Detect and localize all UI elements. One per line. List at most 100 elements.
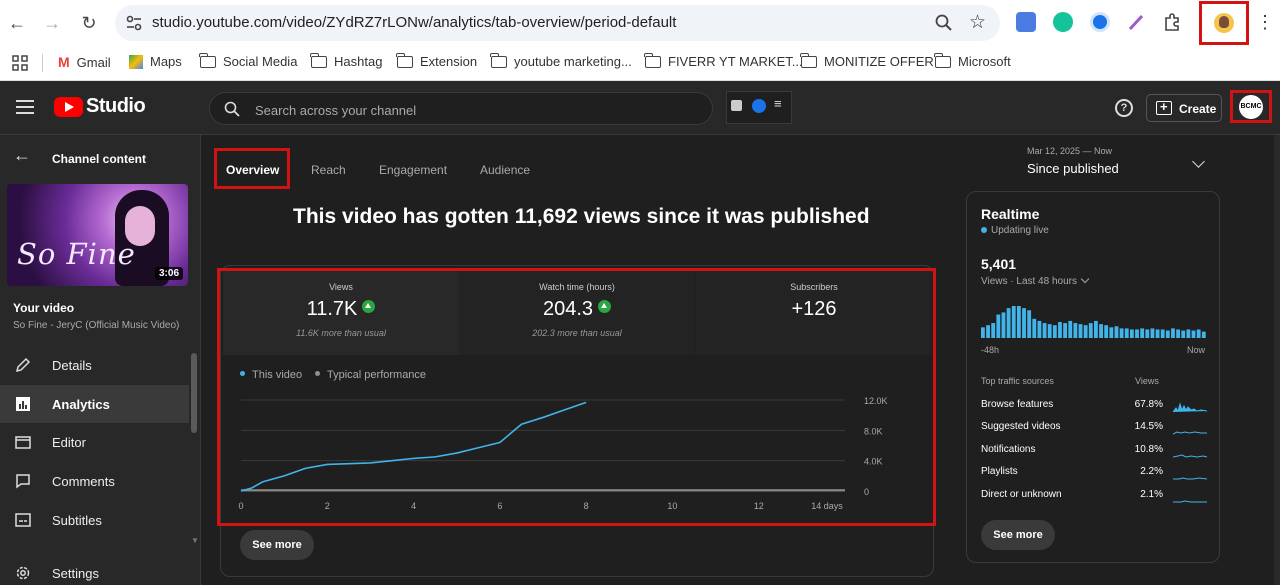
axis-start-label: -48h	[981, 345, 1000, 355]
bookmark-extension[interactable]: Extension	[396, 52, 477, 69]
back-label: Channel content	[52, 152, 147, 166]
analytics-mini-icon[interactable]	[731, 100, 742, 111]
create-button[interactable]: Create	[1146, 94, 1222, 122]
traffic-source-row[interactable]: Direct or unknown 2.1%	[981, 486, 1207, 506]
traffic-source-row[interactable]: Browse features 67.8%	[981, 396, 1207, 416]
video-title: So Fine - JeryC (Official Music Video)	[13, 320, 180, 331]
channel-search[interactable]	[209, 92, 713, 125]
analytics-icon	[16, 397, 30, 411]
views-column-header: Views	[1135, 376, 1159, 386]
search-input[interactable]	[255, 100, 655, 120]
list-icon[interactable]: ≡	[774, 96, 782, 111]
source-pct: 67.8%	[1134, 399, 1163, 410]
realtime-bar	[1140, 328, 1145, 338]
comment-icon	[16, 474, 30, 489]
live-label: Updating live	[991, 225, 1049, 236]
scroll-down-arrow-icon[interactable]: ▼	[191, 536, 199, 545]
clapper-icon	[15, 436, 31, 449]
bookmark-star-icon[interactable]: ☆	[969, 11, 986, 34]
realtime-bar	[1011, 306, 1016, 338]
channel-avatar-button[interactable]: BCMC	[1230, 90, 1272, 123]
video-thumbnail[interactable]: So Fine 3:06	[7, 184, 188, 286]
sparkline	[1173, 477, 1207, 480]
realtime-see-more-button[interactable]: See more	[981, 520, 1055, 550]
realtime-bar	[1135, 329, 1139, 338]
url-text[interactable]: studio.youtube.com/video/ZYdRZ7rLONw/ana…	[152, 14, 676, 31]
realtime-period-selector[interactable]: Views · Last 48 hours	[981, 274, 1090, 287]
tab-audience[interactable]: Audience	[480, 163, 530, 177]
bookmark-label: Hashtag	[334, 54, 383, 69]
sidebar-item-subtitles[interactable]: Subtitles	[0, 501, 189, 539]
tab-engagement[interactable]: Engagement	[379, 163, 447, 177]
source-name: Notifications	[981, 444, 1036, 455]
realtime-bar	[1145, 329, 1150, 338]
sidebar-item-details[interactable]: Details	[0, 346, 189, 384]
zoom-icon[interactable]	[934, 13, 954, 33]
traffic-source-row[interactable]: Suggested videos 14.5%	[981, 418, 1207, 438]
vidiq-icon[interactable]	[752, 99, 766, 113]
bookmark-fiverr[interactable]: FIVERR YT MARKET...	[644, 52, 803, 69]
bookmark-label: FIVERR YT MARKET...	[668, 54, 803, 69]
realtime-bar	[1027, 310, 1032, 338]
folder-icon	[396, 52, 413, 68]
studio-brand[interactable]: Studio	[86, 95, 146, 118]
back-arrow-icon[interactable]: ←	[5, 11, 29, 35]
folder-icon	[800, 52, 817, 68]
live-status: Updating live	[981, 225, 1049, 236]
browser-menu-icon[interactable]: ⋮	[1256, 12, 1274, 33]
vidiq-extension-icon[interactable]	[1090, 12, 1110, 32]
chevron-down-icon[interactable]	[1192, 155, 1205, 168]
thumbnail-title-text: So Fine	[17, 237, 136, 271]
traffic-source-row[interactable]: Notifications 10.8%	[981, 441, 1207, 461]
apps-grid-icon[interactable]	[12, 55, 28, 71]
sidebar-scrollbar[interactable]	[191, 353, 197, 433]
search-icon	[224, 101, 240, 117]
realtime-bar	[1088, 323, 1093, 338]
date-range[interactable]: Mar 12, 2025 — Now	[1027, 146, 1112, 156]
realtime-bar	[1104, 325, 1109, 338]
bookmark-microsoft[interactable]: Microsoft	[934, 52, 1011, 69]
bookmark-youtube-marketing[interactable]: youtube marketing...	[490, 52, 632, 69]
bookmark-monitize-offer[interactable]: MONITIZE OFFER	[800, 52, 934, 69]
browser-profile-button[interactable]	[1199, 1, 1249, 45]
help-icon[interactable]: ?	[1115, 99, 1133, 117]
folder-icon	[644, 52, 661, 68]
source-name: Playlists	[981, 466, 1018, 477]
address-bar[interactable]: studio.youtube.com/video/ZYdRZ7rLONw/ana…	[115, 5, 1000, 41]
see-more-button[interactable]: See more	[240, 530, 314, 560]
realtime-bar	[1124, 328, 1129, 338]
realtime-bar-chart[interactable]	[981, 302, 1207, 338]
realtime-bar	[1160, 329, 1165, 338]
source-pct: 2.2%	[1140, 466, 1163, 477]
youtube-logo-icon[interactable]	[54, 97, 83, 117]
sidebar-item-analytics[interactable]: Analytics	[0, 385, 189, 423]
bookmarks-divider	[42, 54, 43, 72]
bookmark-gmail[interactable]: M Gmail	[58, 54, 111, 70]
extensions-puzzle-icon[interactable]	[1162, 12, 1182, 32]
sparkline	[1173, 431, 1207, 435]
main-scrollbar[interactable]	[1274, 135, 1280, 585]
folder-icon	[490, 52, 507, 68]
date-selector[interactable]: Since published	[1027, 161, 1119, 176]
realtime-bar	[1191, 330, 1196, 338]
sidebar-item-editor[interactable]: Editor	[0, 423, 189, 461]
sidebar-item-settings[interactable]: Settings	[0, 554, 189, 585]
realtime-title: Realtime	[981, 206, 1040, 222]
tab-reach[interactable]: Reach	[311, 163, 346, 177]
bookmark-social-media[interactable]: Social Media	[199, 52, 297, 69]
grammarly-extension-icon[interactable]	[1053, 12, 1073, 32]
menu-icon[interactable]	[16, 100, 34, 114]
pen-extension-icon[interactable]	[1126, 12, 1146, 32]
forward-arrow-icon[interactable]: →	[40, 11, 64, 35]
bookmark-maps[interactable]: Maps	[129, 54, 182, 69]
bookmark-hashtag[interactable]: Hashtag	[310, 52, 383, 69]
source-name: Browse features	[981, 399, 1054, 410]
site-settings-icon[interactable]	[125, 14, 143, 32]
sidebar-item-comments[interactable]: Comments	[0, 462, 189, 500]
sidebar-item-label: Details	[52, 358, 92, 373]
traffic-source-row[interactable]: Playlists 2.2%	[981, 463, 1207, 483]
reload-icon[interactable]: ↻	[77, 11, 101, 35]
translate-extension-icon[interactable]	[1016, 12, 1036, 32]
realtime-bar	[1068, 320, 1073, 338]
create-video-icon	[1156, 99, 1172, 115]
